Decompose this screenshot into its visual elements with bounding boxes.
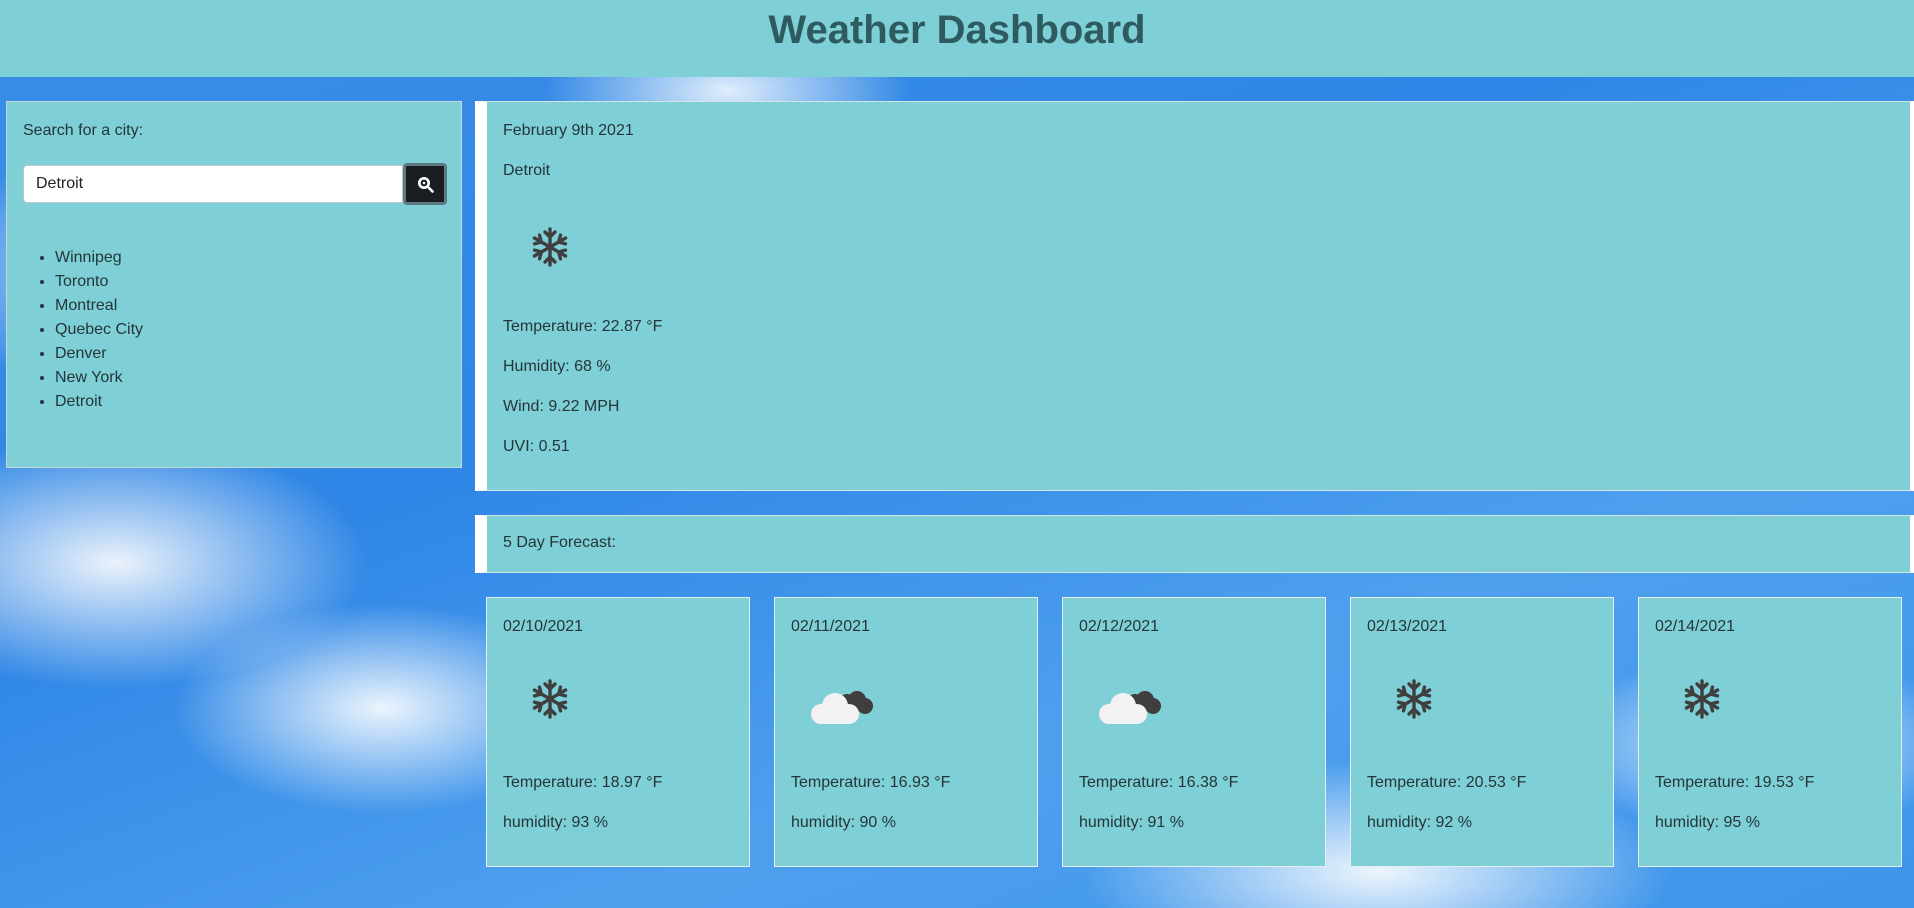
forecast-header: 5 Day Forecast: bbox=[475, 515, 1914, 573]
forecast-temperature: Temperature: 20.53 °F bbox=[1367, 774, 1527, 791]
snowflake-icon bbox=[529, 226, 571, 273]
history-item[interactable]: Winnipeg bbox=[55, 246, 143, 270]
forecast-humidity: humidity: 90 % bbox=[791, 814, 896, 831]
history-item[interactable]: Toronto bbox=[55, 270, 143, 294]
history-item[interactable]: Detroit bbox=[55, 390, 143, 414]
search-icon bbox=[418, 177, 434, 193]
search-button[interactable] bbox=[403, 163, 447, 205]
search-panel: Search for a city: Winnipeg Toronto Mont… bbox=[6, 101, 462, 468]
forecast-heading: 5 Day Forecast: bbox=[503, 534, 616, 551]
forecast-temperature: Temperature: 16.38 °F bbox=[1079, 774, 1239, 791]
snowflake-icon bbox=[1393, 678, 1435, 725]
current-temperature: Temperature: 22.87 °F bbox=[503, 318, 663, 335]
forecast-temperature: Temperature: 16.93 °F bbox=[791, 774, 951, 791]
current-wind: Wind: 9.22 MPH bbox=[503, 398, 620, 415]
history-item[interactable]: Montreal bbox=[55, 294, 143, 318]
forecast-card: 02/14/2021 Temperature: 19.53 °F humidit… bbox=[1638, 597, 1902, 867]
current-uvi: UVI: 0.51 bbox=[503, 438, 570, 455]
search-label: Search for a city: bbox=[23, 122, 144, 139]
current-weather-panel: February 9th 2021 Detroit Temperature: 2… bbox=[475, 101, 1914, 491]
forecast-date: 02/10/2021 bbox=[503, 618, 584, 635]
search-history-list: Winnipeg Toronto Montreal Quebec City De… bbox=[23, 246, 143, 414]
search-input[interactable] bbox=[23, 165, 403, 203]
forecast-card: 02/12/2021 Temperature: 16.38 °F humidit… bbox=[1062, 597, 1326, 867]
forecast-temperature: Temperature: 19.53 °F bbox=[1655, 774, 1815, 791]
forecast-date: 02/13/2021 bbox=[1367, 618, 1448, 635]
forecast-card: 02/10/2021 Temperature: 18.97 °F humidit… bbox=[486, 597, 750, 867]
current-humidity: Humidity: 68 % bbox=[503, 358, 611, 375]
forecast-humidity: humidity: 92 % bbox=[1367, 814, 1472, 831]
current-date: February 9th 2021 bbox=[503, 122, 634, 139]
page-title: Weather Dashboard bbox=[768, 8, 1146, 52]
forecast-humidity: humidity: 95 % bbox=[1655, 814, 1760, 831]
search-row bbox=[23, 163, 447, 205]
cloudy-icon bbox=[805, 682, 877, 733]
forecast-date: 02/14/2021 bbox=[1655, 618, 1736, 635]
forecast-card: 02/11/2021 Temperature: 16.93 °F humidit… bbox=[774, 597, 1038, 867]
snowflake-icon bbox=[529, 678, 571, 725]
history-item[interactable]: New York bbox=[55, 366, 143, 390]
forecast-temperature: Temperature: 18.97 °F bbox=[503, 774, 663, 791]
current-city: Detroit bbox=[503, 162, 551, 179]
history-item[interactable]: Denver bbox=[55, 342, 143, 366]
forecast-humidity: humidity: 91 % bbox=[1079, 814, 1184, 831]
cloudy-icon bbox=[1093, 682, 1165, 733]
forecast-date: 02/11/2021 bbox=[791, 618, 870, 635]
forecast-humidity: humidity: 93 % bbox=[503, 814, 608, 831]
page-header: Weather Dashboard bbox=[0, 0, 1914, 77]
forecast-card: 02/13/2021 Temperature: 20.53 °F humidit… bbox=[1350, 597, 1614, 867]
forecast-date: 02/12/2021 bbox=[1079, 618, 1160, 635]
history-item[interactable]: Quebec City bbox=[55, 318, 143, 342]
snowflake-icon bbox=[1681, 678, 1723, 725]
